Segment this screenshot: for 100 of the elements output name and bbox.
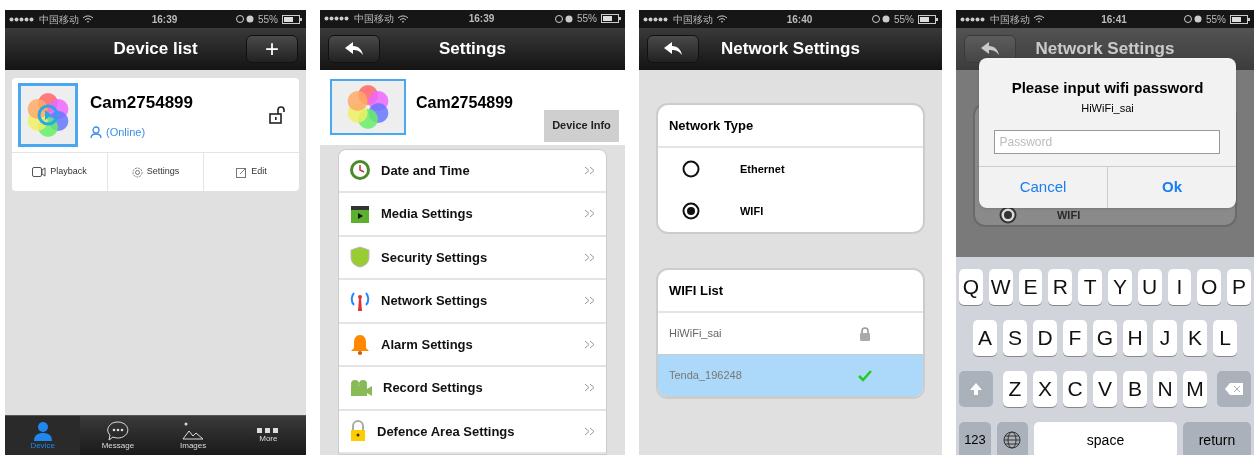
wifi-icon [717, 15, 727, 23]
double-chevron-icon [584, 339, 596, 349]
settings-row[interactable]: Network Settings [339, 280, 606, 324]
person-icon [32, 421, 53, 441]
settings-row[interactable]: Date and Time [339, 149, 606, 193]
signal-dots-icon [960, 16, 986, 22]
action-button[interactable]: Settings [107, 153, 203, 191]
video-camera-icon [32, 167, 47, 177]
keyboard-key[interactable]: B [1123, 371, 1147, 407]
keyboard-key[interactable]: T [1078, 269, 1102, 305]
flower-logo-icon [25, 92, 71, 138]
battery-icon [600, 14, 621, 24]
keyboard-key[interactable]: O [1197, 269, 1222, 305]
section-heading: Network Type [669, 116, 754, 135]
settings-row[interactable]: Media Settings [339, 193, 606, 237]
keyboard-key[interactable]: P [1227, 269, 1251, 305]
gear-icon [131, 166, 143, 178]
keyboard-key[interactable]: K [1183, 320, 1207, 356]
add-button[interactable]: + [246, 35, 298, 63]
radio-button[interactable] [682, 160, 700, 178]
online-status: (Online) [106, 124, 146, 140]
keyboard-key[interactable]: C [1063, 371, 1087, 407]
keyboard-key[interactable]: U [1137, 269, 1162, 305]
keyboard-key[interactable]: E [1018, 269, 1043, 305]
radio-button[interactable] [682, 202, 700, 220]
keyboard-key[interactable]: R [1048, 269, 1073, 305]
numbers-key[interactable]: 123 [959, 422, 991, 455]
return-key[interactable]: return [1183, 422, 1251, 455]
carrier-name: 中国移动 [673, 12, 713, 27]
settings-row[interactable]: Record Settings [339, 367, 606, 411]
settings-label: Defence Area Settings [377, 422, 515, 441]
password-field[interactable]: Password [994, 130, 1221, 154]
battery-percent: 55% [1205, 12, 1226, 27]
action-button[interactable]: Edit [203, 153, 299, 191]
settings-label: Record Settings [383, 379, 483, 397]
keyboard-key[interactable]: G [1093, 320, 1117, 356]
bell-icon [349, 333, 371, 356]
status-time: 16:41 [1101, 12, 1127, 27]
globe-key[interactable] [997, 422, 1028, 455]
keyboard-key[interactable]: F [1063, 320, 1087, 356]
dialog-title: Please input wifi password [1011, 78, 1204, 98]
settings-row[interactable]: Alarm Settings [339, 323, 606, 367]
keyboard-key[interactable]: X [1033, 371, 1057, 407]
back-button[interactable] [328, 34, 380, 63]
tab-button[interactable]: More [230, 416, 306, 455]
keyboard-key[interactable]: Y [1108, 269, 1132, 305]
tab-button[interactable]: Device [5, 416, 81, 455]
space-key[interactable]: space [1034, 422, 1177, 455]
keyboard-key[interactable]: D [1033, 320, 1057, 356]
option-label: WIFI [740, 203, 764, 219]
dialog-button[interactable]: Cancel [979, 167, 1107, 208]
battery-percent: 55% [576, 12, 597, 27]
padlock-icon [349, 420, 367, 443]
back-button[interactable] [647, 35, 699, 63]
status-time: 16:39 [468, 12, 495, 27]
double-chevron-icon [584, 296, 596, 306]
keyboard-key[interactable]: V [1093, 371, 1117, 407]
battery-percent: 55% [893, 12, 914, 27]
section-heading: WIFI List [669, 281, 724, 300]
keyboard-key[interactable]: L [1213, 320, 1237, 356]
battery-icon [282, 14, 302, 24]
settings-label: Network Settings [381, 292, 488, 310]
option-label: WIFI [1057, 207, 1081, 223]
device-thumbnail[interactable] [18, 83, 78, 147]
device-info-button[interactable]: Device Info [544, 109, 619, 142]
tab-button[interactable]: Images [155, 416, 231, 455]
keyboard-key[interactable]: W [988, 269, 1013, 305]
back-arrow-icon [345, 41, 363, 56]
tab-button[interactable]: Message [80, 416, 156, 455]
keyboard-key[interactable]: Q [959, 269, 983, 305]
settings-label: Security Settings [381, 248, 488, 267]
carrier-name: 中国移动 [354, 12, 394, 27]
battery-icon [918, 14, 938, 24]
double-chevron-icon [584, 252, 596, 262]
keyboard-key[interactable]: I [1167, 269, 1192, 305]
settings-row[interactable]: Defence Area Settings [339, 410, 606, 454]
status-time: 16:39 [151, 12, 178, 27]
settings-row[interactable]: Security Settings [339, 236, 606, 280]
wifi-icon [1034, 15, 1044, 23]
action-button[interactable]: Playback [12, 153, 107, 191]
keyboard-key[interactable]: Z [1003, 371, 1027, 407]
video-camera-icon [349, 378, 373, 397]
carrier-name: 中国移动 [990, 12, 1030, 27]
wifi-name: HiWiFi_sai [669, 326, 722, 342]
dialog-button[interactable]: Ok [1107, 167, 1236, 208]
more-dots-icon [257, 428, 280, 434]
keyboard-key[interactable]: M [1183, 371, 1207, 407]
signal-dots-icon [9, 16, 35, 22]
flower-logo-icon [345, 84, 391, 131]
keyboard-key[interactable]: A [973, 320, 997, 356]
unlocked-padlock-icon[interactable] [269, 106, 285, 124]
settings-label: Media Settings [381, 205, 473, 223]
keyboard-key[interactable]: N [1153, 371, 1177, 407]
globe-icon [1003, 431, 1022, 449]
device-name: Cam2754899 [416, 93, 513, 114]
battery-percent: 55% [258, 12, 278, 27]
wifi-name: Tenda_196248 [669, 368, 742, 384]
keyboard-key[interactable]: J [1153, 320, 1177, 356]
keyboard-key[interactable]: S [1003, 320, 1027, 356]
keyboard-key[interactable]: H [1123, 320, 1147, 356]
